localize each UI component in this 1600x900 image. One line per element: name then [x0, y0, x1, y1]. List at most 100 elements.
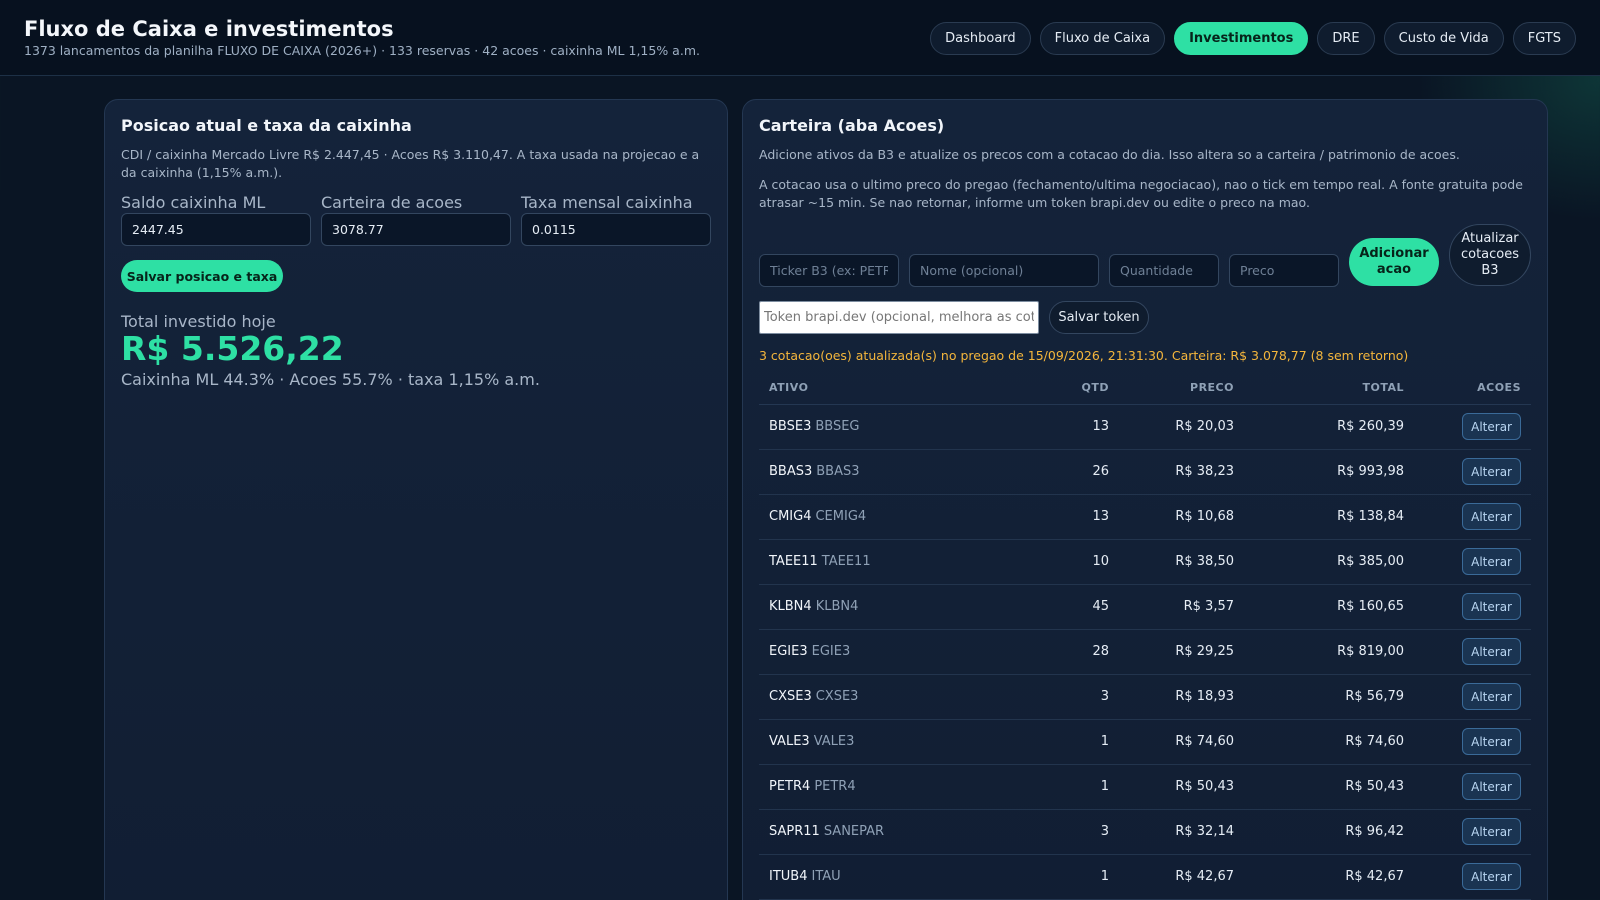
edit-asset-button[interactable]: Alterar [1462, 638, 1521, 665]
taxa-label: Taxa mensal caixinha [521, 193, 693, 212]
asset-cell: SAPR11 SANEPAR [759, 809, 1019, 855]
price-cell: R$ 32,14 [1119, 809, 1244, 855]
quantity-cell: 13 [1019, 404, 1119, 450]
add-stock-button[interactable]: Adicionar acao [1349, 238, 1439, 286]
asset-ticker: ITUB4 [769, 869, 808, 884]
asset-name: ITAU [811, 869, 841, 884]
quote-status-message: 3 cotacao(oes) atualizada(s) no pregao d… [759, 348, 1409, 363]
edit-asset-button[interactable]: Alterar [1462, 503, 1521, 530]
table-row: CMIG4 CEMIG4 13 R$ 10,68 R$ 138,84 Alterar [759, 494, 1531, 540]
tab-investimentos[interactable]: Investimentos [1174, 22, 1309, 55]
save-position-button[interactable]: Salvar posicao e taxa [121, 260, 283, 292]
portfolio-description-1: Adicione ativos da B3 e atualize os prec… [759, 147, 1460, 162]
asset-ticker: CXSE3 [769, 689, 812, 704]
saldo-input[interactable] [121, 213, 311, 246]
column-header-total: TOTAL [1244, 372, 1414, 405]
holdings-body: BBSE3 BBSEG 13 R$ 20,03 R$ 260,39 Alterar BBAS… [759, 404, 1531, 900]
total-cell: R$ 74,60 [1244, 719, 1414, 765]
table-row: PETR4 PETR4 1 R$ 50,43 R$ 50,43 Alterar [759, 764, 1531, 810]
table-header-row: ATIVO QTD PRECO TOTAL ACOES [759, 372, 1531, 405]
quantity-cell: 3 [1019, 809, 1119, 855]
asset-cell: CMIG4 CEMIG4 [759, 494, 1019, 540]
table-row: KLBN4 KLBN4 45 R$ 3,57 R$ 160,65 Alterar [759, 584, 1531, 630]
quantity-cell: 28 [1019, 629, 1119, 675]
portfolio-card: Carteira (aba Acoes) Adicione ativos da … [742, 99, 1548, 900]
column-header-preco: PRECO [1119, 372, 1244, 405]
refresh-quotes-button[interactable]: Atualizar cotacoes B3 [1449, 224, 1531, 286]
edit-asset-button[interactable]: Alterar [1462, 728, 1521, 755]
tab-dashboard[interactable]: Dashboard [930, 22, 1031, 55]
total-value: R$ 5.526,22 [121, 329, 344, 368]
total-cell: R$ 56,79 [1244, 674, 1414, 720]
app-subtitle: 1373 lancamentos da planilha FLUXO DE CA… [24, 43, 700, 58]
taxa-input[interactable] [521, 213, 711, 246]
asset-cell: TAEE11 TAEE11 [759, 539, 1019, 585]
edit-asset-button[interactable]: Alterar [1462, 683, 1521, 710]
asset-ticker: PETR4 [769, 779, 811, 794]
name-input[interactable] [909, 254, 1099, 287]
total-cell: R$ 993,98 [1244, 449, 1414, 495]
asset-name: SANEPAR [823, 824, 885, 839]
asset-name: KLBN4 [815, 599, 859, 614]
edit-asset-button[interactable]: Alterar [1462, 458, 1521, 485]
carteira-input[interactable] [321, 213, 511, 246]
position-card: Posicao atual e taxa da caixinha CDI / c… [104, 99, 728, 900]
total-cell: R$ 96,42 [1244, 809, 1414, 855]
total-cell: R$ 50,43 [1244, 764, 1414, 810]
asset-name: TAEE11 [821, 554, 871, 569]
asset-name: CEMIG4 [815, 509, 867, 524]
save-token-button[interactable]: Salvar token [1049, 301, 1149, 334]
total-cell: R$ 42,67 [1244, 854, 1414, 900]
quantity-cell: 1 [1019, 764, 1119, 810]
asset-name: PETR4 [814, 779, 856, 794]
actions-cell: Alterar [1414, 584, 1531, 630]
position-description: CDI / caixinha Mercado Livre R$ 2.447,45… [121, 147, 700, 180]
edit-asset-button[interactable]: Alterar [1462, 863, 1521, 890]
price-cell: R$ 29,25 [1119, 629, 1244, 675]
asset-cell: ITUB4 ITAU [759, 854, 1019, 900]
column-header-qtd: QTD [1019, 372, 1119, 405]
actions-cell: Alterar [1414, 854, 1531, 900]
actions-cell: Alterar [1414, 719, 1531, 765]
price-input[interactable] [1229, 254, 1339, 287]
total-cell: R$ 160,65 [1244, 584, 1414, 630]
tab-dre[interactable]: DRE [1317, 22, 1375, 55]
actions-cell: Alterar [1414, 764, 1531, 810]
edit-asset-button[interactable]: Alterar [1462, 593, 1521, 620]
asset-ticker: EGIE3 [769, 644, 808, 659]
actions-cell: Alterar [1414, 449, 1531, 495]
app-title: Fluxo de Caixa e investimentos [24, 17, 394, 41]
edit-asset-button[interactable]: Alterar [1462, 773, 1521, 800]
quantity-input[interactable] [1109, 254, 1219, 287]
actions-cell: Alterar [1414, 539, 1531, 585]
actions-cell: Alterar [1414, 494, 1531, 540]
asset-cell: BBAS3 BBAS3 [759, 449, 1019, 495]
brapi-token-input[interactable] [759, 301, 1039, 334]
holdings-table: ATIVO QTD PRECO TOTAL ACOES BBSE3 BBSEG 13… [759, 372, 1531, 900]
asset-ticker: BBSE3 [769, 419, 812, 434]
table-row: TAEE11 TAEE11 10 R$ 38,50 R$ 385,00 Alterar [759, 539, 1531, 585]
actions-cell: Alterar [1414, 629, 1531, 675]
asset-name: BBAS3 [816, 464, 860, 479]
edit-asset-button[interactable]: Alterar [1462, 413, 1521, 440]
actions-cell: Alterar [1414, 809, 1531, 855]
edit-asset-button[interactable]: Alterar [1462, 548, 1521, 575]
asset-name: CXSE3 [815, 689, 859, 704]
quantity-cell: 45 [1019, 584, 1119, 630]
price-cell: R$ 10,68 [1119, 494, 1244, 540]
price-cell: R$ 50,43 [1119, 764, 1244, 810]
price-cell: R$ 38,50 [1119, 539, 1244, 585]
total-cell: R$ 260,39 [1244, 404, 1414, 450]
tab-custo-de-vida[interactable]: Custo de Vida [1383, 22, 1504, 55]
quantity-cell: 26 [1019, 449, 1119, 495]
price-cell: R$ 3,57 [1119, 584, 1244, 630]
edit-asset-button[interactable]: Alterar [1462, 818, 1521, 845]
saldo-label: Saldo caixinha ML [121, 193, 266, 212]
asset-ticker: VALE3 [769, 734, 810, 749]
quantity-cell: 10 [1019, 539, 1119, 585]
ticker-input[interactable] [759, 254, 899, 287]
table-row: CXSE3 CXSE3 3 R$ 18,93 R$ 56,79 Alterar [759, 674, 1531, 720]
tab-fgts[interactable]: FGTS [1512, 22, 1576, 55]
asset-ticker: CMIG4 [769, 509, 812, 524]
tab-fluxo-de-caixa[interactable]: Fluxo de Caixa [1039, 22, 1166, 55]
